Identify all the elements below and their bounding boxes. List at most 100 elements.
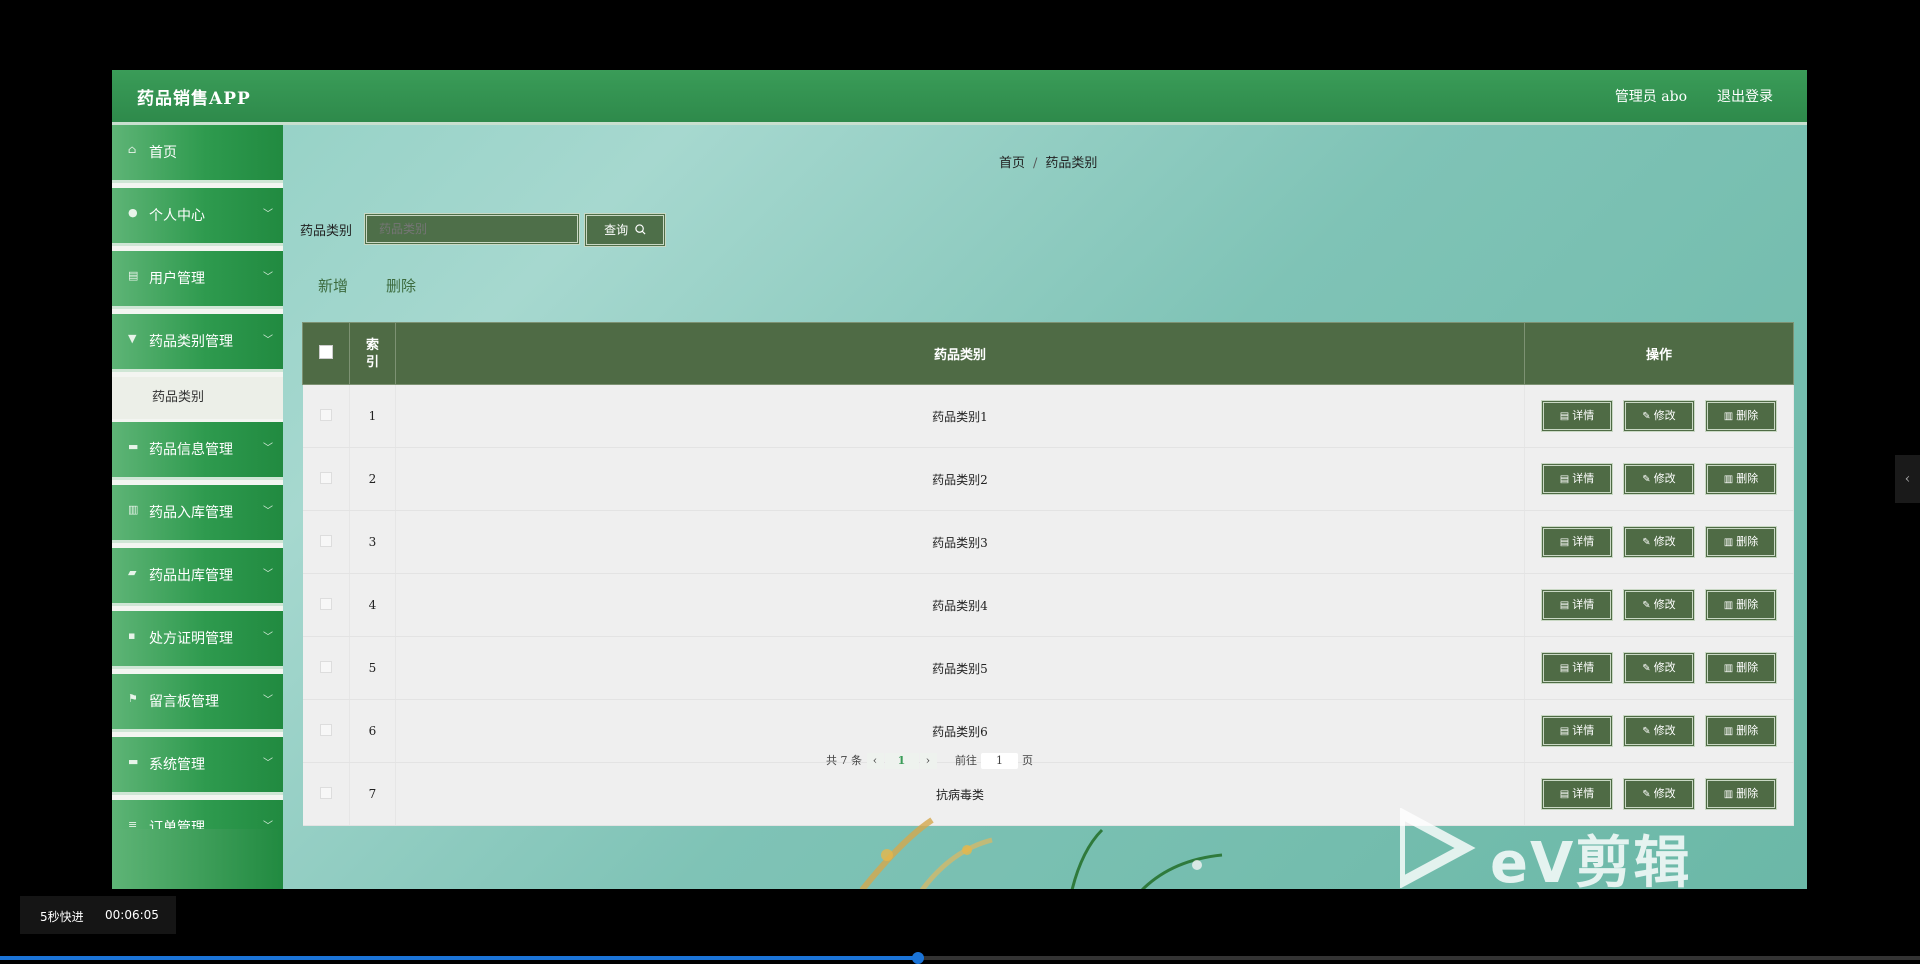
row-checkbox[interactable] — [319, 786, 332, 799]
table-row: 6 药品类别6 ▤ 详情 ✎ 修改 ▥ 删除 — [302, 699, 1794, 763]
sidebar-item-2[interactable]: ● 个人中心 ﹀ — [112, 188, 283, 246]
row-checkbox[interactable] — [319, 534, 332, 547]
pencil-icon: ✎ — [1642, 411, 1651, 422]
delete-button[interactable]: ▥ 删除 — [1705, 778, 1777, 810]
breadcrumb-home[interactable]: 首页 — [999, 156, 1025, 171]
delete-button-label: 删除 — [1736, 787, 1759, 800]
delete-button[interactable]: ▥ 删除 — [1705, 400, 1777, 432]
select-all-checkbox[interactable] — [319, 344, 333, 359]
playback-overlay: 5秒快进 00:06:05 — [20, 896, 176, 934]
delete-button[interactable]: ▥ 删除 — [1705, 652, 1777, 684]
sidebar-item-4[interactable]: ▼ 药品类别管理 ﹀ — [112, 314, 283, 372]
page-number[interactable]: 1 — [884, 753, 919, 769]
breadcrumb-separator: / — [1033, 156, 1038, 171]
row-checkbox[interactable] — [319, 723, 332, 736]
row-select-cell — [302, 447, 350, 511]
trash-icon: ▥ — [1723, 411, 1734, 422]
progress-knob[interactable] — [911, 952, 924, 964]
document-icon: ▤ — [1559, 537, 1570, 548]
sidebar-item-label: 首页 — [149, 145, 177, 161]
table-row: 3 药品类别3 ▤ 详情 ✎ 修改 ▥ 删除 — [302, 510, 1794, 574]
search-button[interactable]: 查询 — [584, 213, 666, 247]
row-checkbox[interactable] — [319, 660, 332, 673]
sidebar-item-5[interactable]: ▬ 药品信息管理 ﹀ — [112, 422, 283, 480]
row-checkbox[interactable] — [319, 471, 332, 484]
sidebar-item-9[interactable]: ⚑ 留言板管理 ﹀ — [112, 674, 283, 732]
edit-button[interactable]: ✎ 修改 — [1623, 652, 1695, 684]
pill-icon: ▼ — [128, 332, 137, 345]
app-title: 药品销售APP — [137, 89, 251, 109]
edit-button[interactable]: ✎ 修改 — [1623, 463, 1695, 495]
chevron-down-icon: ﹀ — [263, 695, 273, 706]
edit-button-label: 修改 — [1653, 409, 1676, 422]
chevron-down-icon: ﹀ — [263, 569, 273, 580]
breadcrumb: 首页 / 药品类别 — [999, 152, 1097, 171]
next-page-icon[interactable]: › — [919, 753, 937, 769]
pencil-icon: ✎ — [1642, 537, 1651, 548]
sidebar-item-label: 用户管理 — [149, 271, 205, 287]
detail-button[interactable]: ▤ 详情 — [1541, 652, 1613, 684]
detail-button-label: 详情 — [1572, 787, 1595, 800]
sidebar-item-label: 留言板管理 — [149, 694, 219, 710]
decorative-plants — [859, 817, 1223, 889]
edit-button[interactable]: ✎ 修改 — [1623, 715, 1695, 747]
pagination-total: 共 7 条 — [826, 754, 862, 767]
video-progress-bar[interactable] — [0, 952, 1920, 964]
detail-button-label: 详情 — [1572, 472, 1595, 485]
document-icon: ▤ — [1559, 663, 1570, 674]
flag-icon: ⚑ — [128, 692, 138, 705]
detail-button[interactable]: ▤ 详情 — [1541, 400, 1613, 432]
edit-button[interactable]: ✎ 修改 — [1623, 589, 1695, 621]
detail-button[interactable]: ▤ 详情 — [1541, 589, 1613, 621]
playback-timestamp: 00:06:05 — [105, 908, 159, 922]
chevron-down-icon: ﹀ — [263, 506, 273, 517]
user-icon: ● — [128, 206, 138, 219]
document-icon: ▤ — [1559, 474, 1570, 485]
sidebar-item-3[interactable]: ▤ 用户管理 ﹀ — [112, 251, 283, 309]
edit-button[interactable]: ✎ 修改 — [1623, 778, 1695, 810]
detail-button[interactable]: ▤ 详情 — [1541, 715, 1613, 747]
search-input[interactable] — [364, 213, 580, 245]
delete-button[interactable]: ▥ 删除 — [1705, 589, 1777, 621]
bulk-delete-button[interactable]: 删除 — [386, 275, 416, 296]
pagination: 共 7 条 ‹ 1 › 前往 1 页 — [826, 752, 1033, 769]
add-button[interactable]: 新增 — [318, 275, 348, 296]
row-select-cell — [302, 699, 350, 763]
top-bar: 药品销售APP 管理员 abo 退出登录 — [112, 70, 1807, 125]
sidebar-item-6[interactable]: ▥ 药品入库管理 ﹀ — [112, 485, 283, 543]
sidebar-item-1[interactable]: ⌂ 首页 — [112, 125, 283, 183]
collapse-panel-icon[interactable]: ‹ — [1895, 455, 1920, 503]
document-icon: ▪ — [128, 629, 136, 642]
category-header: 药品类别 — [395, 322, 1525, 385]
delete-button-label: 删除 — [1736, 724, 1759, 737]
pencil-icon: ✎ — [1642, 474, 1651, 485]
edit-button-label: 修改 — [1653, 661, 1676, 674]
row-category: 药品类别3 — [395, 510, 1525, 574]
row-select-cell — [302, 573, 350, 637]
delete-button[interactable]: ▥ 删除 — [1705, 463, 1777, 495]
row-index: 4 — [349, 573, 396, 637]
goto-page-input[interactable]: 1 — [981, 753, 1018, 769]
row-checkbox[interactable] — [319, 597, 332, 610]
detail-button[interactable]: ▤ 详情 — [1541, 778, 1613, 810]
detail-button-label: 详情 — [1572, 724, 1595, 737]
delete-button[interactable]: ▥ 删除 — [1705, 526, 1777, 558]
edit-button[interactable]: ✎ 修改 — [1623, 400, 1695, 432]
logout-link[interactable]: 退出登录 — [1717, 86, 1773, 106]
table-row: 4 药品类别4 ▤ 详情 ✎ 修改 ▥ 删除 — [302, 573, 1794, 637]
sidebar-item-7[interactable]: ▰ 药品出库管理 ﹀ — [112, 548, 283, 606]
table-row: 2 药品类别2 ▤ 详情 ✎ 修改 ▥ 删除 — [302, 447, 1794, 511]
delete-button[interactable]: ▥ 删除 — [1705, 715, 1777, 747]
bars-icon: ▥ — [128, 503, 139, 516]
edit-button-label: 修改 — [1653, 472, 1676, 485]
sidebar-item-10[interactable]: ▬ 系统管理 ﹀ — [112, 737, 283, 795]
sidebar-subitem-category[interactable]: 药品类别 — [112, 377, 283, 419]
prev-page-icon[interactable]: ‹ — [866, 753, 884, 769]
sidebar-item-8[interactable]: ▪ 处方证明管理 ﹀ — [112, 611, 283, 669]
edit-button[interactable]: ✎ 修改 — [1623, 526, 1695, 558]
detail-button[interactable]: ▤ 详情 — [1541, 463, 1613, 495]
delete-button-label: 删除 — [1736, 472, 1759, 485]
select-all-cell — [302, 322, 350, 385]
detail-button[interactable]: ▤ 详情 — [1541, 526, 1613, 558]
row-checkbox[interactable] — [319, 408, 332, 421]
